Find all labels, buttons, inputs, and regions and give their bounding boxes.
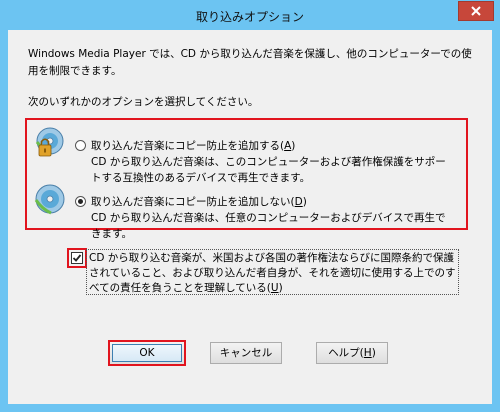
close-button[interactable] <box>458 1 494 21</box>
window-frame-right <box>492 30 500 412</box>
cancel-button[interactable]: キャンセル <box>210 342 282 364</box>
checkmark-icon <box>72 254 82 262</box>
options-highlight: 取り込んだ音楽にコピー防止を追加する(A) CD から取り込んだ音楽は、このコン… <box>25 118 468 240</box>
radio-no-protection[interactable] <box>75 196 86 207</box>
ok-button-label: OK <box>139 347 155 359</box>
window-title: 取り込みオプション <box>195 10 304 24</box>
cd-lock-icon <box>35 127 64 157</box>
option-add-protection-label: 取り込んだ音楽にコピー防止を追加する(A) <box>91 140 296 152</box>
window-frame-left <box>0 30 8 412</box>
dialog-body: Windows Media Player では、CD から取り込んだ音楽を保護し… <box>8 30 492 404</box>
help-button[interactable]: ヘルプ(H) <box>316 342 388 364</box>
acknowledge-checkbox[interactable] <box>71 252 83 264</box>
title-bar[interactable]: 取り込みオプション <box>0 0 500 31</box>
acknowledge-label[interactable]: CD から取り込む音楽が、米国および各国の著作権法ならびに国際条約で保護されてい… <box>86 249 459 295</box>
close-icon <box>471 6 481 16</box>
option-add-protection[interactable]: 取り込んだ音楽にコピー防止を追加する(A) CD から取り込んだ音楽は、このコン… <box>27 124 466 184</box>
window-frame-bottom <box>0 404 500 412</box>
radio-add-protection[interactable] <box>75 140 86 151</box>
cd-icon <box>34 184 65 215</box>
prompt-text: 次のいずれかのオプションを選択してください。 <box>28 96 259 108</box>
rip-options-dialog: 取り込みオプション Windows Media Player では、CD から取… <box>0 0 500 412</box>
ok-button[interactable]: OK <box>108 340 186 366</box>
option-no-protection-description: CD から取り込んだ音楽は、任意のコンピューターおよびデバイスで再生できます。 <box>91 212 446 240</box>
option-no-protection[interactable]: 取り込んだ音楽にコピー防止を追加しない(D) CD から取り込んだ音楽は、任意の… <box>27 176 466 240</box>
intro-text: Windows Media Player では、CD から取り込んだ音楽を保護し… <box>28 48 472 77</box>
option-no-protection-label: 取り込んだ音楽にコピー防止を追加しない(D) <box>91 196 307 208</box>
